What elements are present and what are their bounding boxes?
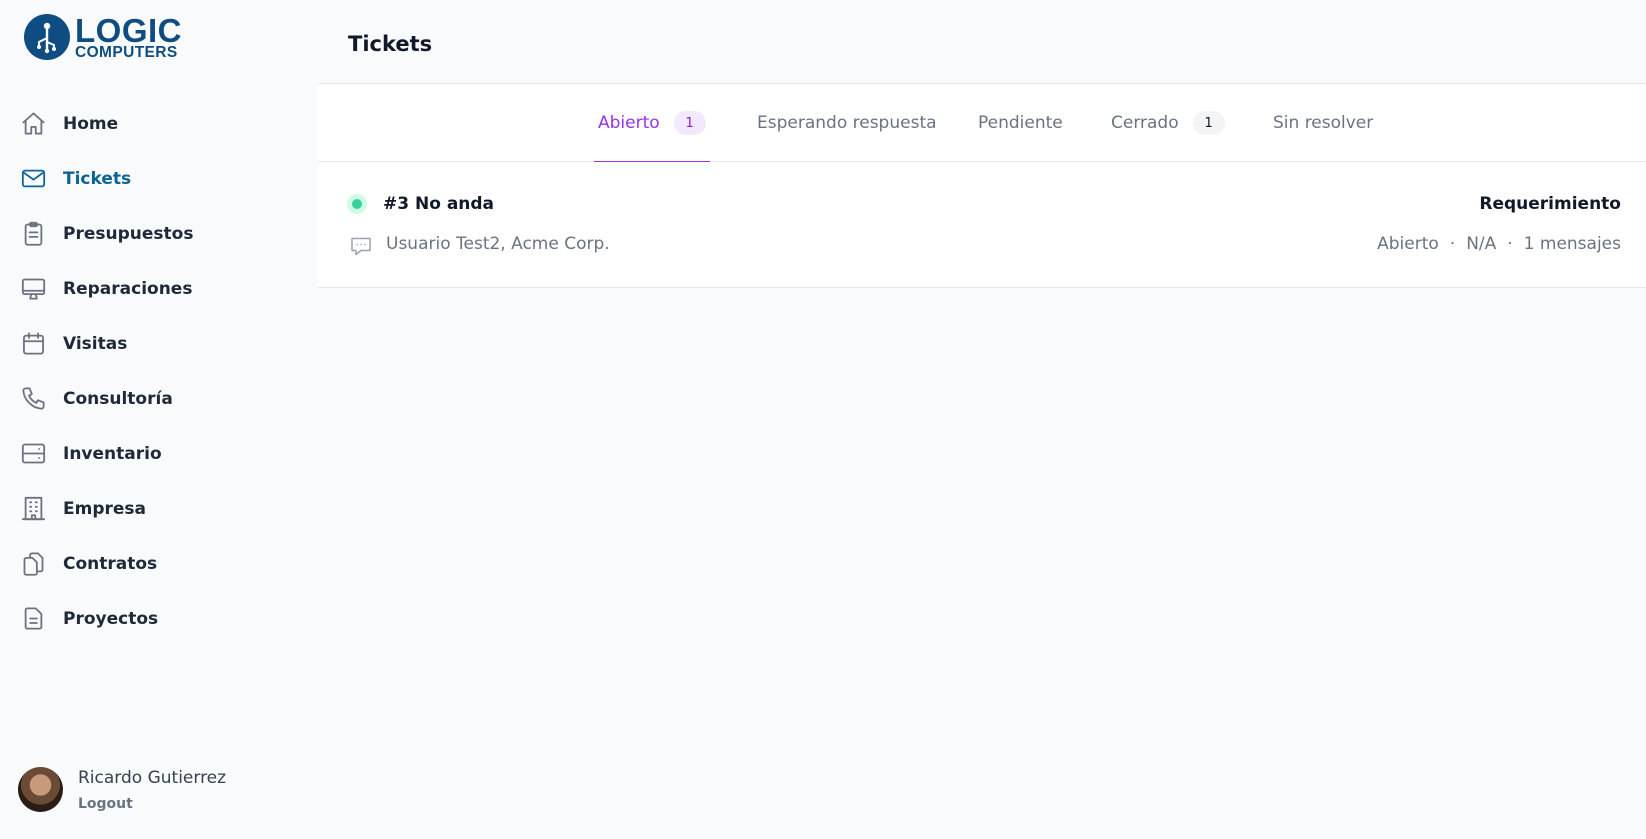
- ticket-status: Abierto: [1377, 234, 1439, 254]
- tab-count-badge: 1: [1192, 111, 1225, 135]
- mail-icon: [19, 165, 47, 193]
- logo-line-1: LOGIC: [75, 12, 182, 49]
- sidebar-item-empresa[interactable]: Empresa: [0, 481, 318, 536]
- sidebar-item-label: Presupuestos: [63, 223, 194, 244]
- avatar[interactable]: [18, 767, 63, 812]
- tab-cerrado[interactable]: Cerrado 1: [1111, 84, 1225, 162]
- logo-mark-icon: [24, 14, 70, 61]
- tab-label: Cerrado: [1111, 113, 1179, 133]
- tab-count-badge: 1: [673, 111, 706, 135]
- user-name: Ricardo Gutierrez: [78, 767, 227, 788]
- sidebar-item-contratos[interactable]: Contratos: [0, 536, 318, 591]
- ticket-meta: Abierto · N/A · 1 mensajes: [1377, 234, 1621, 254]
- sidebar-item-label: Visitas: [63, 333, 128, 354]
- sidebar-item-presupuestos[interactable]: Presupuestos: [0, 206, 318, 261]
- tab-esperando-respuesta[interactable]: Esperando respuesta: [757, 84, 937, 162]
- page-title: Tickets: [348, 32, 433, 56]
- sidebar-item-label: Contratos: [63, 553, 158, 574]
- sidebar-item-tickets[interactable]: Tickets: [0, 151, 318, 206]
- phone-icon: [19, 385, 47, 413]
- ticket-client: Usuario Test2, Acme Corp.: [386, 234, 610, 254]
- sidebar: LOGIC COMPUTERS Home Tickets Presupuesto…: [0, 0, 318, 839]
- ticket-row[interactable]: #3 No anda Requerimiento Usuario Test2, …: [318, 162, 1646, 288]
- tab-sin-resolver[interactable]: Sin resolver: [1273, 84, 1373, 162]
- building-icon: [19, 495, 47, 523]
- sidebar-item-consultoria[interactable]: Consultoría: [0, 371, 318, 426]
- tab-label: Abierto: [598, 113, 660, 133]
- ticket-type: Requerimiento: [1479, 194, 1621, 214]
- meta-separator: ·: [1507, 234, 1513, 254]
- sidebar-item-proyectos[interactable]: Proyectos: [0, 591, 318, 646]
- logo-text: LOGIC COMPUTERS: [75, 14, 182, 61]
- sidebar-item-label: Home: [63, 113, 119, 134]
- calendar-icon: [19, 330, 47, 358]
- home-icon: [19, 110, 47, 138]
- sidebar-item-inventario[interactable]: Inventario: [0, 426, 318, 481]
- sidebar-item-label: Inventario: [63, 443, 162, 464]
- sidebar-item-label: Proyectos: [63, 608, 159, 629]
- documents-icon: [19, 550, 47, 578]
- sidebar-item-label: Consultoría: [63, 388, 173, 409]
- desktop-icon: [19, 275, 47, 303]
- tab-pendiente[interactable]: Pendiente: [978, 84, 1063, 162]
- ticket-title[interactable]: #3 No anda: [383, 194, 494, 214]
- sidebar-item-label: Tickets: [63, 168, 132, 189]
- status-dot-icon: [347, 194, 367, 214]
- sidebar-item-visitas[interactable]: Visitas: [0, 316, 318, 371]
- logo-line-2: COMPUTERS: [75, 44, 178, 61]
- ticket-assignee: N/A: [1466, 234, 1497, 254]
- sidebar-nav: Home Tickets Presupuestos Reparaciones V…: [0, 96, 318, 646]
- chat-bubble-icon: [349, 234, 373, 258]
- user-info: Ricardo Gutierrez Logout: [78, 768, 226, 812]
- sidebar-item-label: Empresa: [63, 498, 146, 519]
- sidebar-item-label: Reparaciones: [63, 278, 193, 299]
- user-profile: Ricardo Gutierrez Logout: [18, 767, 226, 812]
- ticket-tabs: Abierto 1 Esperando respuesta Pendiente …: [318, 84, 1646, 163]
- logo[interactable]: LOGIC COMPUTERS: [24, 14, 182, 61]
- sidebar-item-reparaciones[interactable]: Reparaciones: [0, 261, 318, 316]
- page-header: Tickets: [318, 0, 1646, 84]
- tab-abierto[interactable]: Abierto 1: [594, 84, 710, 163]
- document-icon: [19, 605, 47, 633]
- meta-separator: ·: [1449, 234, 1456, 254]
- tab-label: Pendiente: [978, 113, 1063, 133]
- tab-label: Sin resolver: [1273, 113, 1374, 133]
- ticket-message-count: 1 mensajes: [1523, 234, 1621, 254]
- tab-label: Esperando respuesta: [757, 113, 937, 133]
- main-content: Tickets Abierto 1 Esperando respuesta Pe…: [318, 0, 1646, 839]
- server-icon: [19, 440, 47, 468]
- sidebar-item-home[interactable]: Home: [0, 96, 318, 151]
- logout-link[interactable]: Logout: [78, 796, 226, 812]
- clipboard-icon: [19, 220, 47, 248]
